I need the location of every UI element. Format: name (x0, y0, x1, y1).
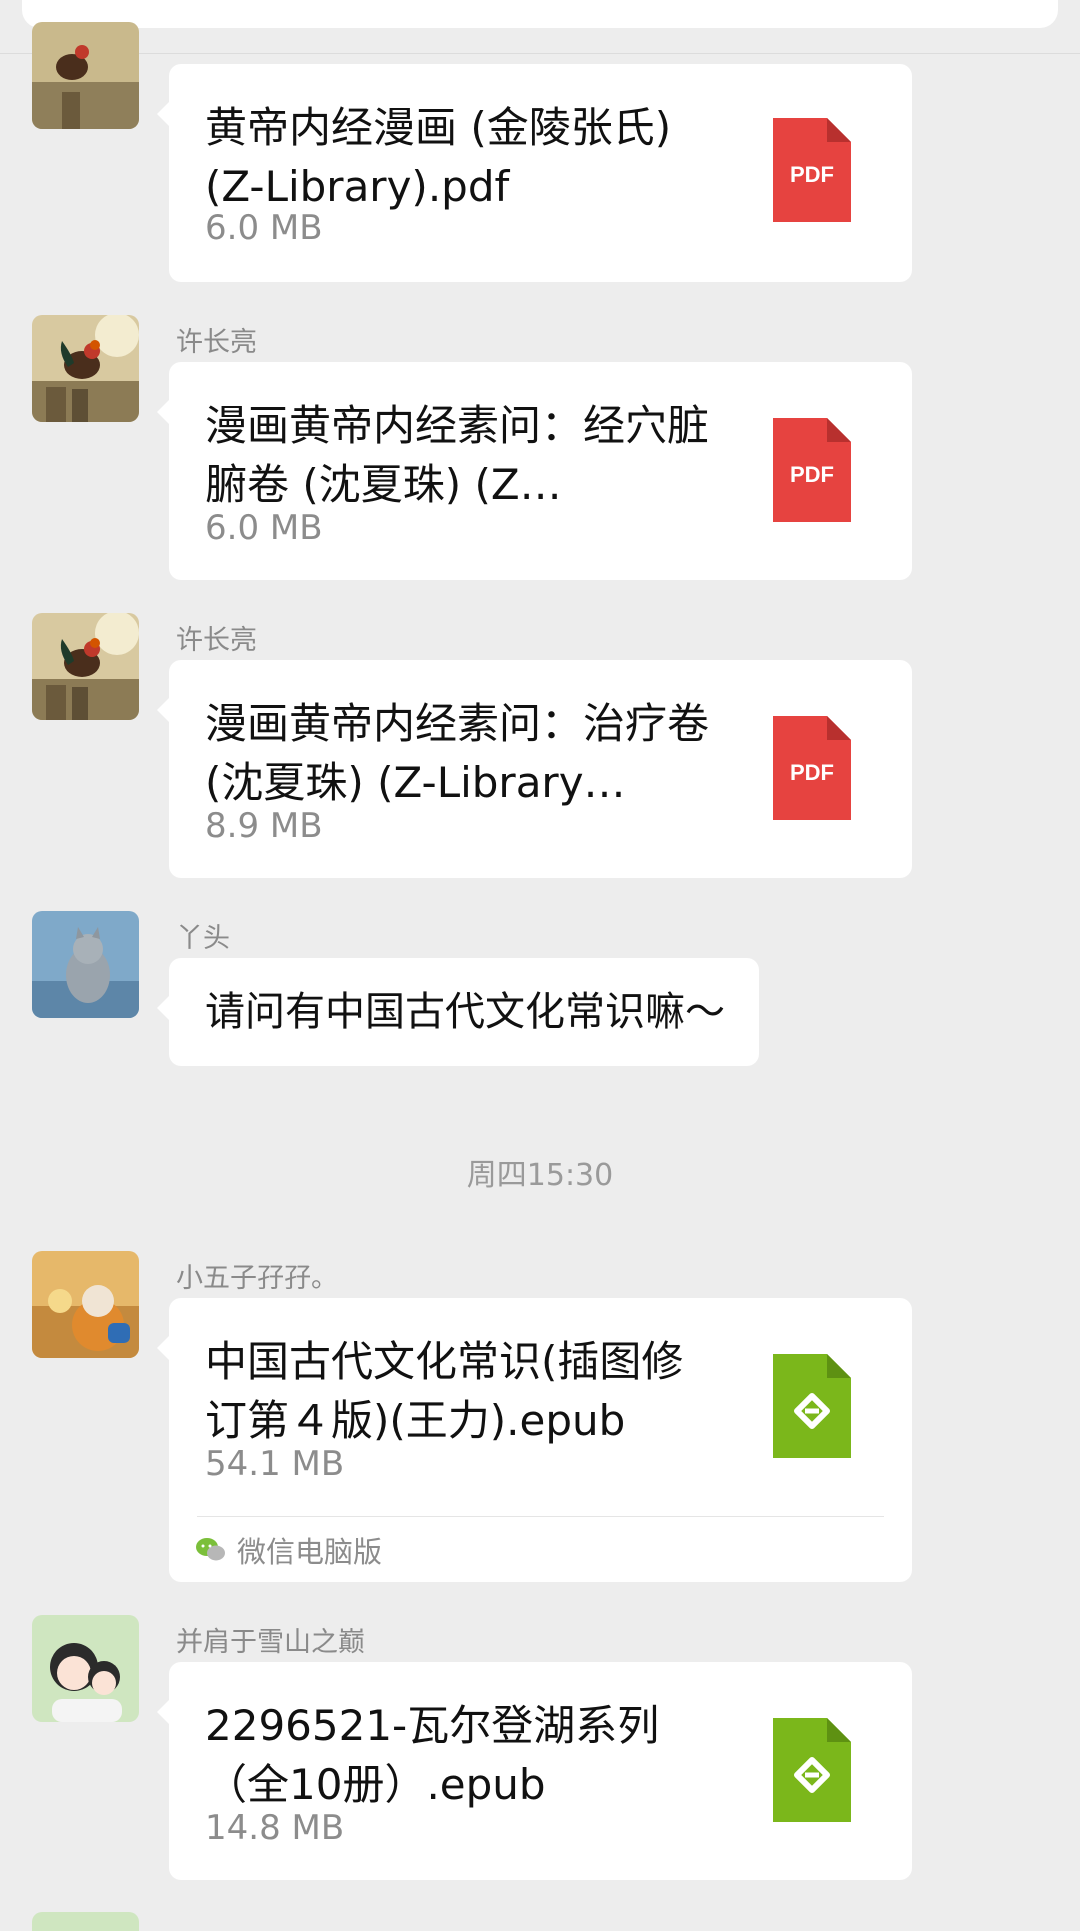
file-name: 中国古代文化常识(插图修订第４版)(王力).epub (205, 1337, 684, 1445)
file-size: 6.0 MB (205, 208, 323, 248)
avatar[interactable] (32, 911, 139, 1018)
file-message[interactable]: 漫画黄帝内经素问：经穴脏腑卷 (沈夏珠) (Z… 6.0 MB PDF (157, 362, 912, 580)
sender-name: 并肩于雪山之巅 (176, 1627, 365, 1658)
pdf-label: PDF (790, 162, 834, 187)
sender-name: 小五子孖孖。 (176, 1263, 338, 1294)
timestamp: 周四15:30 (466, 1158, 614, 1193)
epub-file-icon (773, 1718, 851, 1822)
sender-name: 丫头 (176, 923, 230, 954)
epub-file-icon (773, 1354, 851, 1458)
source-text: 微信电脑版 (237, 1535, 383, 1569)
file-message[interactable]: 中国古代文化常识(插图修订第４版)(王力).epub 54.1 MB 微信电脑版 (157, 1298, 912, 1582)
file-size: 54.1 MB (205, 1444, 345, 1484)
avatar[interactable] (32, 22, 139, 129)
avatar[interactable] (32, 1251, 139, 1358)
file-name: 2296521-瓦尔登湖系列（全10册）.epub (205, 1701, 660, 1809)
avatar[interactable] (32, 613, 139, 720)
pdf-label: PDF (790, 760, 834, 785)
text-message[interactable]: 请问有中国古代文化常识嘛～ (157, 958, 759, 1066)
pdf-label: PDF (790, 462, 834, 487)
wechat-icon (196, 1538, 225, 1561)
file-size: 6.0 MB (205, 508, 323, 548)
pdf-file-icon: PDF (773, 418, 851, 522)
file-size: 14.8 MB (205, 1808, 345, 1848)
file-size: 8.9 MB (205, 806, 323, 846)
file-name: 漫画黄帝内经素问：经穴脏腑卷 (沈夏珠) (Z… (205, 401, 710, 509)
file-name: 黄帝内经漫画 (金陵张氏)(Z-Library).pdf (205, 103, 672, 211)
file-name: 漫画黄帝内经素问：治疗卷 (沈夏珠) (Z-Library… (205, 699, 710, 807)
chat-window: 黄帝内经漫画 (金陵张氏)(Z-Library).pdf 6.0 MB PDF … (0, 0, 1080, 1931)
file-message[interactable]: 黄帝内经漫画 (金陵张氏)(Z-Library).pdf 6.0 MB PDF (157, 64, 912, 282)
pdf-file-icon: PDF (773, 118, 851, 222)
file-message[interactable]: 2296521-瓦尔登湖系列（全10册）.epub 14.8 MB (157, 1662, 912, 1880)
sender-name: 许长亮 (176, 625, 257, 656)
sender-name: 许长亮 (176, 327, 257, 358)
avatar[interactable] (32, 1912, 139, 1931)
top-bar (0, 0, 1080, 54)
avatar[interactable] (32, 315, 139, 422)
pdf-file-icon: PDF (773, 716, 851, 820)
file-message[interactable]: 漫画黄帝内经素问：治疗卷 (沈夏珠) (Z-Library… 8.9 MB PD… (157, 660, 912, 878)
avatar[interactable] (32, 1615, 139, 1722)
message-input[interactable] (22, 0, 1058, 28)
source-label: 微信电脑版 (195, 1530, 382, 1570)
divider (197, 1516, 884, 1517)
